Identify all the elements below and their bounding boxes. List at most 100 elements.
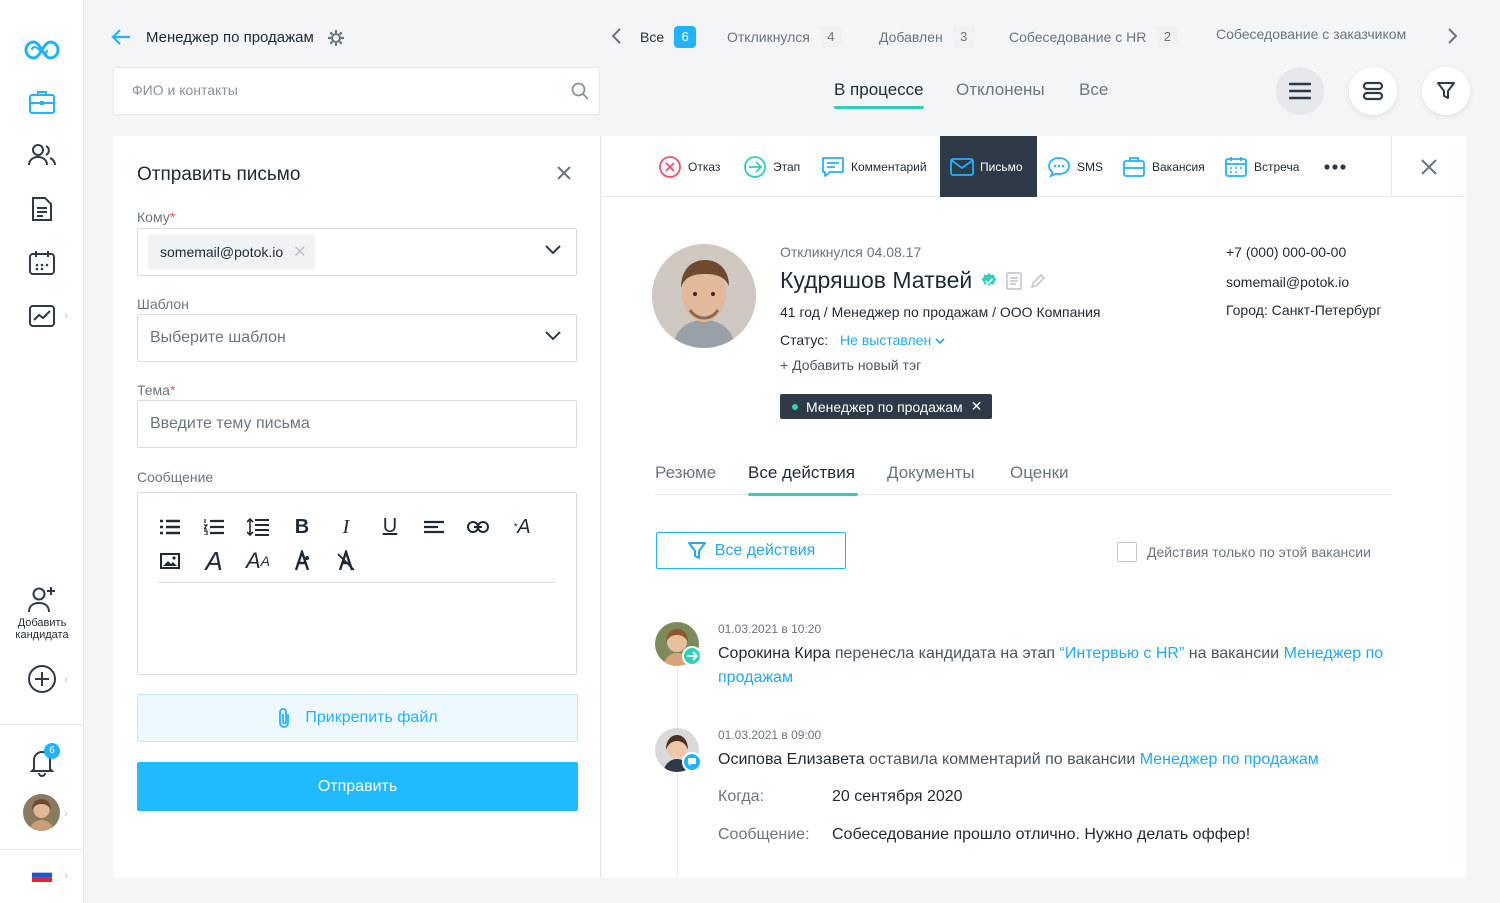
italic-icon[interactable]: I (332, 513, 360, 541)
event-text: Осипова Елизавета оставила комментарий п… (718, 751, 1319, 768)
bullet-list-icon[interactable] (156, 513, 184, 541)
link-icon[interactable] (464, 513, 492, 541)
candidate-city: Город: Санкт-Петербург (1226, 302, 1382, 318)
tab-resume[interactable]: Резюме (655, 463, 716, 483)
document-icon[interactable] (22, 189, 62, 229)
action-sms[interactable]: SMS (1037, 136, 1113, 197)
active-tab-indicator (748, 493, 858, 496)
tab-in-progress[interactable]: В процессе (834, 80, 924, 100)
tab-ratings[interactable]: Оценки (1010, 463, 1069, 483)
close-panel-button[interactable] (1391, 136, 1466, 197)
action-stage[interactable]: Этап (733, 136, 810, 197)
line-height-icon[interactable] (244, 513, 272, 541)
more-actions-icon[interactable] (1314, 136, 1356, 197)
remove-chip-icon[interactable]: ✕ (293, 242, 306, 262)
status-dropdown[interactable]: Не выставлен (840, 332, 945, 348)
add-candidate-label: Добавить кандидата (15, 617, 69, 641)
sms-icon (1048, 156, 1070, 178)
divider (0, 724, 84, 725)
stage-count: 3 (952, 26, 975, 48)
comment-badge-icon (682, 752, 702, 772)
stage-tab-hr-interview[interactable]: Собеседование с HR 2 (1009, 26, 1179, 48)
action-comment[interactable]: Комментарий (811, 136, 937, 197)
superscript-font-icon[interactable]: * A (508, 513, 536, 541)
vacancy-only-checkbox-row[interactable]: Действия только по этой вакансии (1117, 542, 1371, 562)
attach-file-button[interactable]: Прикрепить файл (137, 694, 578, 742)
add-circle-icon[interactable] (22, 659, 62, 699)
list-view-button[interactable] (1276, 67, 1324, 115)
message-editor[interactable]: B I U * A A AA (137, 492, 577, 675)
add-candidate-button[interactable]: Добавить кандидата (0, 585, 84, 641)
action-vacancy[interactable]: Вакансия (1112, 136, 1215, 197)
left-nav: › Добавить кандидата › 6 › › (0, 0, 84, 903)
stage-tab-client-interview[interactable]: Собеседование с заказчиком (1216, 26, 1406, 42)
logo-icon[interactable] (22, 30, 62, 70)
chevron-left-icon[interactable] (610, 27, 622, 45)
text-color-icon[interactable] (288, 547, 316, 575)
stage-change-badge-icon (682, 646, 702, 666)
font-case-icon[interactable]: AA (244, 547, 272, 575)
to-field[interactable]: somemail@potok.io ✕ (137, 228, 577, 276)
flag-ru-icon[interactable] (32, 868, 52, 882)
stage-tab-responded[interactable]: Откликнулся 4 (727, 26, 842, 48)
tab-rejected[interactable]: Отклонены (956, 80, 1045, 100)
image-icon[interactable] (156, 547, 184, 575)
subject-input[interactable]: Введите тему письма (137, 400, 577, 448)
verified-icon (981, 272, 997, 286)
action-meeting[interactable]: Встреча (1214, 136, 1309, 197)
bold-icon[interactable]: B (288, 513, 316, 541)
stage-tab-all[interactable]: Все 6 (640, 26, 697, 48)
subject-placeholder: Введите тему письма (150, 415, 310, 432)
when-value: 20 сентября 2020 (832, 788, 963, 805)
briefcase-icon (1123, 156, 1145, 177)
vacancy-link[interactable]: Менеджер по продажам (1140, 751, 1319, 768)
template-select[interactable]: Выберите шаблон (137, 314, 577, 362)
candidate-phone[interactable]: +7 (000) 000-00-00 (1226, 244, 1346, 260)
back-arrow-icon[interactable] (111, 28, 131, 46)
font-size-icon[interactable]: A (200, 546, 228, 576)
all-actions-filter-button[interactable]: Все действия (656, 532, 846, 569)
edit-pencil-icon (1031, 273, 1046, 288)
email-panel: Отправить письмо Кому* somemail@potok.io… (113, 136, 601, 878)
timeline-line (677, 666, 678, 878)
gear-icon[interactable] (327, 29, 345, 47)
calendar-icon[interactable] (22, 243, 62, 283)
chevron-down-icon[interactable] (544, 330, 562, 342)
user-avatar[interactable] (23, 794, 60, 831)
send-button[interactable]: Отправить (137, 762, 578, 811)
chevron-right-icon: › (64, 806, 68, 820)
tab-all-actions[interactable]: Все действия (748, 463, 855, 483)
active-tab-indicator (834, 106, 924, 109)
analytics-icon[interactable] (22, 296, 62, 336)
action-mail[interactable]: Письмо (940, 136, 1037, 197)
notifications-badge: 6 (44, 743, 60, 759)
tab-documents[interactable]: Документы (887, 463, 975, 483)
briefcase-icon[interactable] (22, 82, 62, 122)
remove-tag-icon[interactable]: ✕ (971, 398, 983, 415)
underline-icon[interactable]: U (376, 512, 404, 540)
vacancy-tag: Менеджер по продажам ✕ (780, 394, 993, 419)
stage-tab-added[interactable]: Добавлен 3 (879, 26, 975, 48)
tab-all[interactable]: Все (1079, 80, 1108, 100)
chevron-right-icon[interactable] (1447, 27, 1459, 45)
numbered-list-icon[interactable] (200, 513, 228, 541)
search-input[interactable] (132, 82, 552, 98)
action-reject[interactable]: Отказ (648, 136, 730, 197)
chevron-down-icon[interactable] (544, 244, 562, 256)
candidate-email[interactable]: somemail@potok.io (1226, 274, 1349, 290)
align-icon[interactable] (420, 513, 448, 541)
people-icon[interactable] (22, 135, 62, 175)
filter-icon (687, 541, 706, 559)
clear-format-icon[interactable] (332, 547, 360, 575)
add-tag-link[interactable]: + Добавить новый тэг (780, 357, 921, 373)
panel-title: Отправить письмо (137, 164, 301, 185)
search-icon[interactable] (571, 82, 589, 100)
compact-view-button[interactable] (1349, 67, 1397, 115)
filter-button[interactable] (1422, 67, 1470, 115)
stage-count: 4 (819, 26, 842, 48)
stage-link[interactable]: “Интервью с HR” (1060, 645, 1185, 662)
actions-bar: Отказ Этап Комментарий Письмо SMS Ваканс… (602, 136, 1466, 197)
close-icon[interactable] (557, 166, 571, 180)
vacancy-only-checkbox[interactable] (1117, 542, 1137, 562)
vacancy-title: Менеджер по продажам (146, 29, 314, 46)
